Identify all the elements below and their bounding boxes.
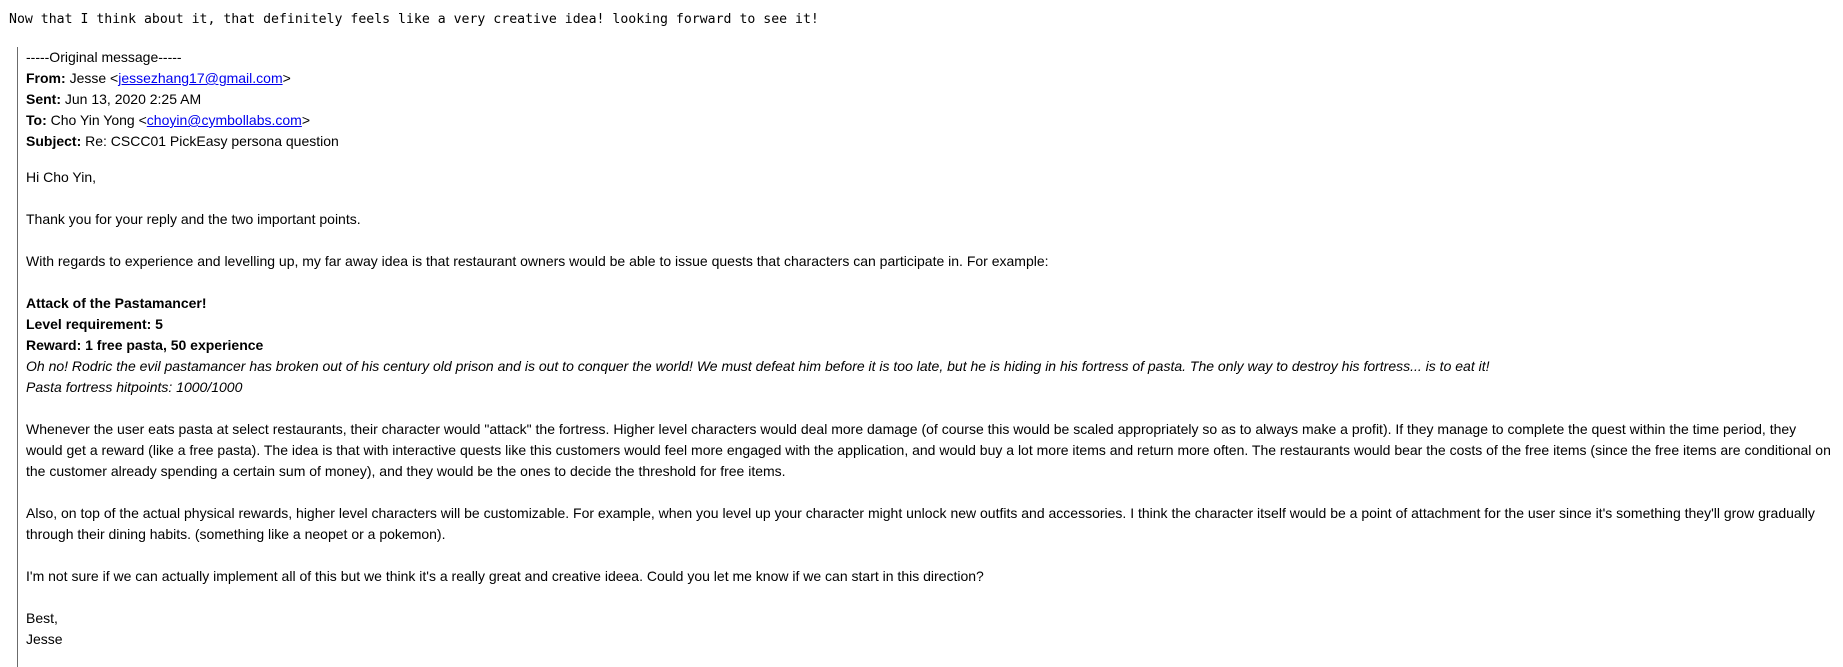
- quest-story: Oh no! Rodric the evil pastamancer has b…: [26, 358, 1490, 374]
- sent-line: Sent: Jun 13, 2020 2:25 AM: [26, 89, 1835, 110]
- subject-line: Subject: Re: CSCC01 PickEasy persona que…: [26, 131, 1835, 152]
- from-close: >: [282, 70, 291, 86]
- to-name: Cho Yin Yong <: [50, 112, 147, 128]
- signature: Jesse: [26, 631, 63, 647]
- quest-level: Level requirement: 5: [26, 316, 163, 332]
- quoted-original-message: -----Original message----- From: Jesse <…: [17, 47, 1835, 667]
- to-close: >: [301, 112, 311, 128]
- subject-value: Re: CSCC01 PickEasy persona question: [85, 133, 339, 149]
- quest-reward: Reward: 1 free pasta, 50 experience: [26, 337, 264, 353]
- from-label: From:: [26, 70, 66, 86]
- sent-label: Sent:: [26, 91, 61, 107]
- body-paragraph-1: Whenever the user eats pasta at select r…: [26, 421, 1831, 479]
- sent-value: Jun 13, 2020 2:25 AM: [64, 91, 202, 107]
- original-message-separator: -----Original message-----: [26, 49, 182, 65]
- quest-title: Attack of the Pastamancer!: [26, 295, 207, 311]
- from-name: Jesse <: [69, 70, 119, 86]
- message-header: -----Original message----- From: Jesse <…: [26, 47, 1835, 152]
- body-paragraph-2: Also, on top of the actual physical rewa…: [26, 505, 1815, 542]
- to-line: To: Cho Yin Yong <choyin@cymbollabs.com>: [26, 110, 1835, 131]
- subject-label: Subject:: [26, 133, 82, 149]
- greeting: Hi Cho Yin,: [26, 169, 97, 185]
- intro-paragraph: With regards to experience and levelling…: [26, 253, 1049, 269]
- from-email-link[interactable]: jessezhang17@gmail.com: [118, 70, 282, 86]
- from-line: From: Jesse <jessezhang17@gmail.com>: [26, 68, 1835, 89]
- quest-block: Attack of the Pastamancer! Level require…: [26, 293, 1835, 398]
- to-label: To:: [26, 112, 47, 128]
- body-paragraph-3: I'm not sure if we can actually implemen…: [26, 568, 984, 584]
- signoff: Best,: [26, 610, 58, 626]
- reply-text: Now that I think about it, that definite…: [9, 12, 819, 27]
- thanks-paragraph: Thank you for your reply and the two imp…: [26, 211, 361, 227]
- quest-hitpoints: Pasta fortress hitpoints: 1000/1000: [26, 379, 243, 395]
- to-email-link[interactable]: choyin@cymbollabs.com: [147, 112, 302, 128]
